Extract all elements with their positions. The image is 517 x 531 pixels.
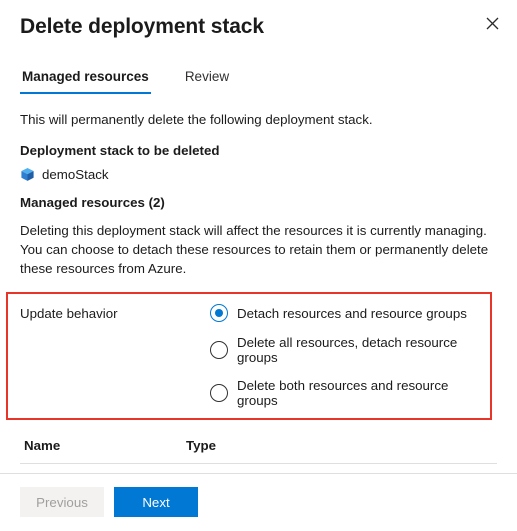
table-header-row: Name Type [20,438,497,464]
deployment-stack-row: demoStack [20,167,497,182]
radio-delete-all-resources-detach-resource-groups[interactable]: Delete all resources, detach resource gr… [210,335,490,365]
tab-review-label: Review [184,69,230,84]
tab-review[interactable]: Review [183,69,231,94]
previous-button[interactable]: Previous [20,487,104,517]
lead-text: This will permanently delete the followi… [20,112,373,127]
description-text: Deleting this deployment stack will affe… [20,223,489,276]
update-behavior-radio-group: Detach resources and resource groups Del… [210,302,490,408]
deployment-stack-cube-icon [20,167,35,182]
radio-detach-resources-and-resource-groups[interactable]: Detach resources and resource groups [210,304,490,322]
update-behavior-label: Update behavior [20,306,118,321]
deployment-stack-name: demoStack [42,167,109,182]
radio-delete-both-resources-and-resource-groups[interactable]: Delete both resources and resource group… [210,378,490,408]
close-button[interactable] [479,10,505,36]
update-behavior-highlight-box: Update behavior Detach resources and res… [6,292,492,420]
close-icon [486,17,499,30]
tab-bar: Managed resources Review [0,66,517,94]
panel-header: Delete deployment stack [0,0,517,44]
radio-label: Delete both resources and resource group… [237,378,449,408]
page-title: Delete deployment stack [20,15,264,38]
stack-section-label: Deployment stack to be deleted [20,143,220,158]
managed-resources-label: Managed resources (2) [20,195,165,210]
panel-body: This will permanently delete the followi… [0,110,517,528]
radio-label: Detach resources and resource groups [237,305,467,321]
radio-unselected-icon [210,341,228,359]
next-button[interactable]: Next [114,487,198,517]
tab-managed-resources-label: Managed resources [22,69,149,84]
column-header-type: Type [184,438,497,464]
panel-footer: Previous Next [0,473,517,531]
radio-selected-icon [210,304,228,322]
radio-unselected-icon [210,384,228,402]
radio-label: Delete all resources, detach resource gr… [237,335,458,365]
column-header-name: Name [20,438,184,464]
tab-managed-resources[interactable]: Managed resources [20,69,151,94]
